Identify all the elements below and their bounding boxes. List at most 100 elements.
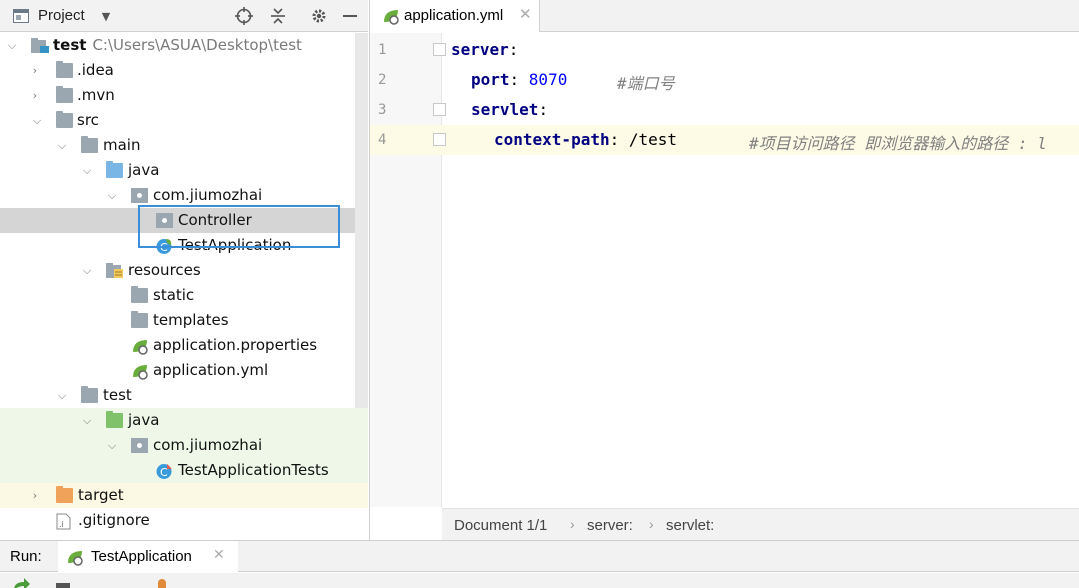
tree-node-main[interactable]: ⌵ main (0, 133, 355, 158)
tree-node-java-test[interactable]: ⌵ java (0, 408, 368, 433)
folder-icon (56, 86, 73, 103)
breadcrumb-item[interactable]: servlet: (666, 517, 714, 534)
yaml-separator: : (609, 130, 629, 149)
tree-node-package-test[interactable]: ⌵ com.jiumozhai (0, 433, 368, 458)
tree-node-idea[interactable]: › .idea (0, 58, 355, 83)
code-line: 3 servlet: (370, 95, 1079, 125)
code-line: 1 server: (370, 35, 1079, 65)
test-class-icon: C (156, 463, 173, 479)
yaml-value: /test (628, 130, 678, 149)
tree-node-root[interactable]: ⌵ test C:\Users\ASUA\Desktop\test (0, 33, 355, 58)
close-icon[interactable]: ✕ (213, 547, 225, 563)
tree-node-application-yml[interactable]: application.yml (0, 358, 355, 383)
minimize-icon[interactable] (341, 7, 359, 25)
tab-application-yml[interactable]: application.yml ✕ (370, 0, 540, 32)
fold-marker-icon[interactable] (433, 133, 446, 146)
chevron-down-icon[interactable]: ⌵ (4, 33, 20, 58)
spring-run-icon (66, 549, 83, 566)
code-line: 2 port: 8070 #端口号 (370, 65, 1079, 95)
tree-node-static[interactable]: static (0, 283, 355, 308)
breadcrumb-item[interactable]: server: (587, 517, 633, 534)
tree-label: java (128, 411, 160, 429)
tree-label: .mvn (77, 86, 115, 104)
tree-label: application.properties (153, 336, 318, 354)
tree-label: TestApplicationTests (178, 461, 329, 479)
tree-node-application-properties[interactable]: application.properties (0, 333, 355, 358)
chevron-right-icon[interactable]: › (27, 83, 43, 108)
tree-label: templates (153, 311, 229, 329)
project-tree: ⌵ test C:\Users\ASUA\Desktop\test › .idea… (0, 33, 368, 540)
gear-icon[interactable] (310, 7, 328, 25)
annotation-highlight-box (138, 205, 340, 248)
excluded-folder-icon (56, 486, 73, 503)
close-icon[interactable]: ✕ (519, 5, 532, 23)
run-toolbar-strip (0, 573, 1079, 588)
line-number: 1 (378, 42, 387, 58)
tree-label: java (128, 161, 160, 179)
breadcrumb: Document 1/1 › server: › servlet: (442, 508, 1079, 540)
chevron-right-icon[interactable]: › (27, 483, 43, 508)
source-folder-icon (106, 161, 123, 178)
chevron-right-icon[interactable]: › (27, 58, 43, 83)
package-icon (131, 188, 148, 203)
yaml-comment: #项目访问路径 即浏览器输入的路径 : l (749, 134, 1047, 153)
fold-marker-icon[interactable] (433, 103, 446, 116)
chevron-down-icon[interactable]: ⌵ (79, 408, 95, 433)
tree-node-src[interactable]: ⌵ src (0, 108, 355, 133)
chevron-down-icon[interactable]: ⌵ (79, 258, 95, 283)
project-panel-header: Project ▼ (0, 0, 368, 32)
chevron-down-icon[interactable]: ⌵ (79, 158, 95, 183)
endpoints-icon[interactable] (158, 579, 166, 588)
svg-text:C: C (160, 466, 168, 479)
chevron-down-icon[interactable]: ⌵ (54, 133, 70, 158)
tree-node-mvn[interactable]: › .mvn (0, 83, 355, 108)
rerun-icon[interactable] (12, 576, 30, 588)
chevron-down-icon[interactable]: ⌵ (29, 108, 45, 133)
chevron-right-icon: › (649, 516, 654, 532)
console-icon[interactable] (56, 583, 70, 588)
tree-label: com.jiumozhai (153, 186, 263, 204)
run-tab-testapplication[interactable]: TestApplication ✕ (58, 541, 238, 572)
tree-node-test[interactable]: ⌵ test (0, 383, 355, 408)
project-panel: Project ▼ ⌵ test C:\Users\ASUA\Desktop\te… (0, 0, 368, 540)
yaml-separator: : (508, 40, 519, 59)
tree-node-target[interactable]: › target (0, 483, 368, 508)
yaml-key: port (471, 70, 510, 89)
breadcrumb-item[interactable]: Document 1/1 (454, 517, 547, 534)
chevron-down-icon[interactable]: ▼ (97, 7, 115, 25)
tree-node-resources[interactable]: ⌵ resources (0, 258, 355, 283)
tree-label: com.jiumozhai (153, 436, 263, 454)
line-number: 4 (378, 132, 387, 148)
collapse-all-icon[interactable] (269, 7, 287, 25)
tree-node-gitignore[interactable]: .i .gitignore (0, 508, 355, 533)
tree-node-java-main[interactable]: ⌵ java (0, 158, 355, 183)
project-panel-title[interactable]: Project (38, 7, 85, 24)
package-icon (131, 438, 148, 453)
resources-folder-icon (106, 263, 123, 278)
yaml-separator: : (538, 100, 549, 119)
folder-icon (81, 386, 98, 403)
chevron-down-icon[interactable]: ⌵ (104, 433, 120, 458)
chevron-down-icon[interactable]: ⌵ (104, 183, 120, 208)
tree-node-templates[interactable]: templates (0, 308, 355, 333)
project-view-icon (12, 7, 30, 25)
spring-config-icon (382, 8, 399, 25)
locate-icon[interactable] (235, 7, 253, 25)
tab-label: application.yml (404, 7, 504, 24)
run-tab-label: TestApplication (91, 548, 192, 565)
fold-marker-icon[interactable] (433, 43, 446, 56)
tree-label: main (103, 136, 141, 154)
tree-scrollbar[interactable] (355, 33, 368, 408)
line-number: 3 (378, 102, 387, 118)
tree-label: .gitignore (78, 511, 150, 529)
test-folder-icon (106, 411, 123, 428)
tree-label: resources (128, 261, 201, 279)
yaml-key: server (451, 40, 509, 59)
chevron-down-icon[interactable]: ⌵ (54, 383, 70, 408)
tree-node-testapplicationtests[interactable]: C TestApplicationTests (0, 458, 368, 483)
folder-icon (131, 311, 148, 328)
editor: application.yml ✕ 1 server: 2 port: 8070… (369, 0, 1079, 540)
tree-label: static (153, 286, 195, 304)
folder-icon (56, 111, 73, 128)
tree-label: src (77, 111, 99, 129)
